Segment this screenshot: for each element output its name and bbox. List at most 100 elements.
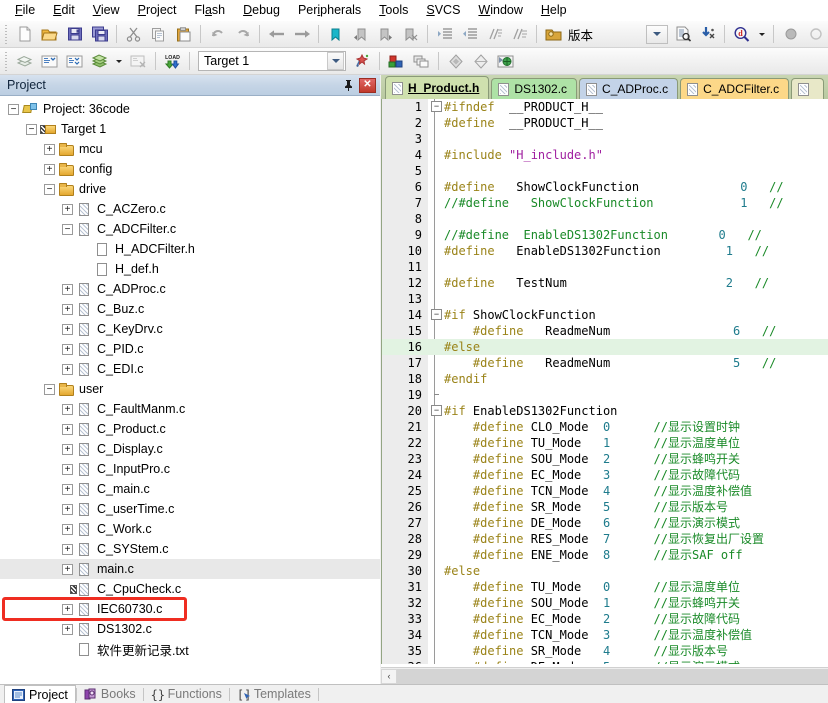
collapse-toggle-icon[interactable]: −	[62, 223, 73, 235]
expand-toggle-icon[interactable]: +	[62, 343, 73, 355]
paste-icon[interactable]	[172, 23, 195, 45]
configuration-wizard-icon[interactable]	[494, 50, 517, 72]
code-line[interactable]: 3	[382, 131, 828, 147]
bookmark-toggle-icon[interactable]	[324, 23, 347, 45]
code-line[interactable]: 35 #define SR_Mode 4 //显示版本号	[382, 643, 828, 659]
rebuild-icon[interactable]	[63, 50, 86, 72]
code-line[interactable]: 23 #define SOU_Mode 2 //显示蜂鸣开关	[382, 451, 828, 467]
version-button-label[interactable]: 版本	[566, 25, 597, 44]
tree-item[interactable]: − Project: 36code	[0, 99, 380, 119]
tree-item[interactable]: − drive	[0, 179, 380, 199]
pin-icon[interactable]	[341, 78, 356, 93]
redo-icon[interactable]	[231, 23, 254, 45]
expand-toggle-icon[interactable]: +	[62, 523, 73, 535]
editor-tab-ds1302-c[interactable]: DS1302.c	[491, 78, 578, 99]
tree-item[interactable]: + C_Product.c	[0, 419, 380, 439]
bottom-tab-books[interactable]: Books	[77, 685, 143, 703]
code-line[interactable]: 1− #ifndef __PRODUCT_H__	[382, 99, 828, 115]
collapse-toggle-icon[interactable]: −	[44, 383, 55, 395]
back-arrow-icon[interactable]	[265, 23, 288, 45]
code-line[interactable]: 14− #if ShowClockFunction	[382, 307, 828, 323]
menu-item-edit[interactable]: Edit	[44, 1, 84, 19]
code-line[interactable]: 33 #define EC_Mode 2 //显示故障代码	[382, 611, 828, 627]
manage-project-items-icon[interactable]	[385, 50, 408, 72]
close-icon[interactable]: ✕	[359, 77, 376, 93]
toolbar-grip[interactable]	[3, 51, 10, 71]
editor-tab-c-adproc-c[interactable]: C_ADProc.c	[579, 78, 679, 99]
tree-item[interactable]: H_def.h	[0, 259, 380, 279]
tree-item[interactable]: + DS1302.c	[0, 619, 380, 639]
expand-toggle-icon[interactable]: +	[62, 503, 73, 515]
editor-tab[interactable]	[791, 78, 825, 99]
tree-item[interactable]: 软件更新记录.txt	[0, 639, 380, 659]
fold-collapse-icon[interactable]: −	[431, 405, 442, 416]
collapse-toggle-icon[interactable]: −	[8, 103, 19, 115]
search-icon[interactable]: d	[730, 23, 753, 45]
cut-icon[interactable]	[122, 23, 145, 45]
save-icon[interactable]	[63, 23, 86, 45]
code-line[interactable]: 32 #define SOU_Mode 1 //显示蜂鸣开关	[382, 595, 828, 611]
tree-item[interactable]: C_CpuCheck.c	[0, 579, 380, 599]
translate-icon[interactable]	[13, 50, 36, 72]
expand-toggle-icon[interactable]: +	[62, 203, 73, 215]
collapse-toggle-icon[interactable]: −	[44, 183, 55, 195]
code-line[interactable]: 34 #define TCN_Mode 3 //显示温度补偿值	[382, 627, 828, 643]
code-line[interactable]: 26 #define SR_Mode 5 //显示版本号	[382, 499, 828, 515]
tree-item[interactable]: − user	[0, 379, 380, 399]
code-line[interactable]: 20− #if EnableDS1302Function	[382, 403, 828, 419]
menu-item-tools[interactable]: Tools	[370, 1, 417, 19]
code-lines[interactable]: 1− #ifndef __PRODUCT_H__ 2 #define __PRODUC…	[382, 99, 828, 664]
undo-icon[interactable]	[206, 23, 229, 45]
tree-item[interactable]: + C_FaultManm.c	[0, 399, 380, 419]
expand-toggle-icon[interactable]: +	[62, 543, 73, 555]
expand-toggle-icon[interactable]: +	[44, 163, 55, 175]
components-icon[interactable]	[444, 50, 467, 72]
bottom-tab-functions[interactable]: {} Functions	[144, 685, 229, 703]
toolbar-grip[interactable]	[3, 24, 10, 44]
code-line[interactable]: 7 //#define ShowClockFunction 1 //	[382, 195, 828, 211]
tree-item[interactable]: + C_Buz.c	[0, 299, 380, 319]
scrollbar-track[interactable]	[397, 668, 828, 684]
menu-item-debug[interactable]: Debug	[234, 1, 289, 19]
version-control-icon[interactable]	[542, 23, 565, 45]
tree-item[interactable]: + C_KeyDrv.c	[0, 319, 380, 339]
code-line[interactable]: 24 #define EC_Mode 3 //显示故障代码	[382, 467, 828, 483]
code-line[interactable]: 8	[382, 211, 828, 227]
code-line[interactable]: 13	[382, 291, 828, 307]
code-line[interactable]: 30 #else	[382, 563, 828, 579]
code-line[interactable]: 29 #define ENE_Mode 8 //显示SAF off	[382, 547, 828, 563]
tree-item[interactable]: + C_PID.c	[0, 339, 380, 359]
expand-toggle-icon[interactable]: +	[62, 283, 73, 295]
bottom-tab-templates[interactable]: [] Templates	[230, 685, 318, 703]
bookmark-clear-icon[interactable]	[399, 23, 422, 45]
code-line[interactable]: 27 #define DE_Mode 6 //显示演示模式	[382, 515, 828, 531]
code-line[interactable]: 28 #define RES_Mode 7 //显示恢复出厂设置	[382, 531, 828, 547]
expand-toggle-icon[interactable]: +	[62, 423, 73, 435]
code-line[interactable]: 19	[382, 387, 828, 403]
tree-item[interactable]: + C_Work.c	[0, 519, 380, 539]
find-in-files-icon[interactable]	[671, 23, 694, 45]
multi-project-icon[interactable]	[410, 50, 433, 72]
code-line[interactable]: 17 #define ReadmeNum 5 //	[382, 355, 828, 371]
fold-collapse-icon[interactable]: −	[431, 101, 442, 112]
collapse-toggle-icon[interactable]: −	[26, 123, 37, 135]
chevron-down-icon[interactable]	[327, 52, 344, 70]
batch-build-icon[interactable]	[88, 50, 111, 72]
menu-item-file[interactable]: File	[6, 1, 44, 19]
tree-item[interactable]: H_ADCFilter.h	[0, 239, 380, 259]
code-editor[interactable]: 1− #ifndef __PRODUCT_H__ 2 #define __PRODUC…	[381, 99, 828, 664]
build-icon[interactable]	[38, 50, 61, 72]
tree-item[interactable]: − C_ADCFilter.c	[0, 219, 380, 239]
tree-item[interactable]: + C_Display.c	[0, 439, 380, 459]
tree-item[interactable]: + C_userTime.c	[0, 499, 380, 519]
menu-item-flash[interactable]: Flash	[186, 1, 235, 19]
tree-item[interactable]: + C_ADProc.c	[0, 279, 380, 299]
save-all-icon[interactable]	[88, 23, 111, 45]
expand-toggle-icon[interactable]: +	[62, 463, 73, 475]
target-options-icon[interactable]	[351, 50, 374, 72]
expand-toggle-icon[interactable]: +	[62, 623, 73, 635]
tree-item[interactable]: + config	[0, 159, 380, 179]
code-line[interactable]: 22 #define TU_Mode 1 //显示温度单位	[382, 435, 828, 451]
code-line[interactable]: 21 #define CLO_Mode 0 //显示设置时钟	[382, 419, 828, 435]
breakpoint-disable-icon[interactable]	[804, 23, 827, 45]
